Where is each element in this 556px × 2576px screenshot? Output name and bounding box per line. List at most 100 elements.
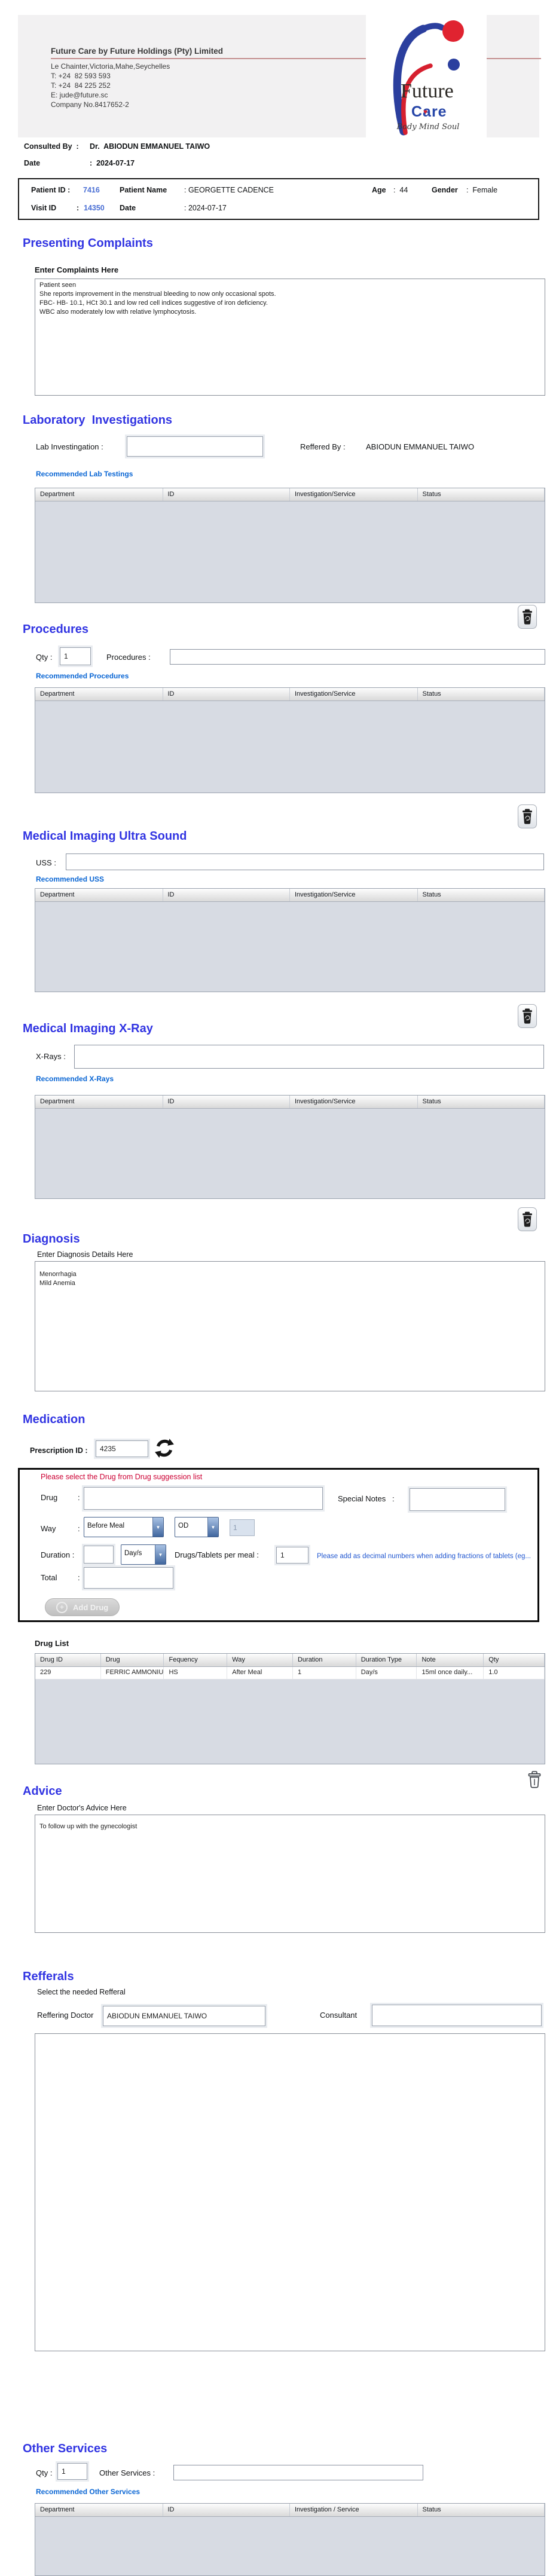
col-header-department[interactable]: Department xyxy=(35,688,163,700)
col-header-id[interactable]: ID xyxy=(163,488,290,501)
col-header-id[interactable]: ID xyxy=(163,889,290,901)
way-label: Way xyxy=(41,1524,56,1533)
way-frequency-select[interactable]: OD ▼ xyxy=(175,1517,219,1537)
reffering-doctor-label: Reffering Doctor xyxy=(37,2011,94,2020)
prescription-id-input[interactable] xyxy=(96,1440,148,1457)
lab-investigation-input[interactable] xyxy=(127,436,263,457)
consultant-input[interactable] xyxy=(372,2005,542,2026)
col-header-investigation[interactable]: Investigation / Service xyxy=(290,2504,418,2516)
drug-input[interactable] xyxy=(84,1487,323,1510)
duration-input[interactable] xyxy=(84,1546,114,1564)
section-heading-other-services: Other Services xyxy=(23,2442,108,2455)
uss-grid-header: Department ID Investigation/Service Stat… xyxy=(35,889,545,902)
company-email: E: jude@future.sc xyxy=(51,91,108,99)
uss-input[interactable] xyxy=(66,853,544,870)
refresh-prescription-button[interactable] xyxy=(154,1438,176,1460)
col-header-duration[interactable]: Duration xyxy=(293,1654,356,1666)
add-drug-label: Add Drug xyxy=(73,1602,109,1612)
advice-textarea[interactable]: To follow up with the gynecologist xyxy=(35,1815,545,1933)
delete-uss-button[interactable] xyxy=(518,1004,537,1028)
patient-name-value: : GEORGETTE CADENCE xyxy=(184,186,274,194)
drug-row-note: 15ml once daily... xyxy=(417,1667,484,1679)
trash-icon xyxy=(523,609,532,625)
procedures-input[interactable] xyxy=(170,649,545,665)
drug-label: Drug xyxy=(41,1493,58,1502)
col-header-way[interactable]: Way xyxy=(227,1654,293,1666)
drug-row-duration-type: Day/s xyxy=(356,1667,417,1679)
drug-list-grid[interactable]: Drug ID Drug Fequency Way Duration Durat… xyxy=(35,1653,545,1764)
lab-testings-grid[interactable]: Department ID Investigation/Service Stat… xyxy=(35,488,545,603)
referred-by-value: ABIODUN EMMANUEL TAIWO xyxy=(366,442,475,451)
add-drug-button[interactable]: + Add Drug xyxy=(45,1598,120,1616)
patient-gender-value: : Female xyxy=(466,186,498,194)
xray-input[interactable] xyxy=(74,1045,544,1069)
col-header-status[interactable]: Status xyxy=(418,1096,545,1108)
section-heading-complaints: Presenting Complaints xyxy=(23,237,153,250)
col-header-id[interactable]: ID xyxy=(163,1096,290,1108)
delete-advice-button[interactable] xyxy=(525,1768,544,1792)
delete-lab-button[interactable] xyxy=(518,605,537,629)
drug-row-frequency: HS xyxy=(164,1667,228,1679)
delete-procedures-button[interactable] xyxy=(518,804,537,828)
refferal-list-box[interactable] xyxy=(35,2033,545,2351)
col-header-investigation[interactable]: Investigation/Service xyxy=(290,488,418,501)
col-header-department[interactable]: Department xyxy=(35,889,163,901)
logo-heart-icon: ♥ xyxy=(423,108,427,116)
emr-consultation-page: Future Care by Future Holdings (Pty) Lim… xyxy=(0,0,556,2576)
drug-list-row[interactable]: 229 FERRIC AMMONIU HS After Meal 1 Day/s… xyxy=(35,1667,545,1679)
col-header-drug[interactable]: Drug xyxy=(101,1654,164,1666)
col-header-drug-id[interactable]: Drug ID xyxy=(35,1654,101,1666)
logo-word-care: Care xyxy=(411,103,447,120)
xray-grid-header: Department ID Investigation/Service Stat… xyxy=(35,1096,545,1109)
total-colon: : xyxy=(78,1573,80,1582)
col-header-department[interactable]: Department xyxy=(35,1096,163,1108)
delete-xray-button[interactable] xyxy=(518,1207,537,1231)
xray-grid[interactable]: Department ID Investigation/Service Stat… xyxy=(35,1095,545,1199)
col-header-id[interactable]: ID xyxy=(163,688,290,700)
drug-list-label: Drug List xyxy=(35,1639,69,1648)
lab-grid-header: Department ID Investigation/Service Stat… xyxy=(35,488,545,501)
company-phone2: T: +24 84 225 252 xyxy=(51,81,111,90)
col-header-department[interactable]: Department xyxy=(35,2504,163,2516)
consulted-by-value: Dr. ABIODUN EMMANUEL TAIWO xyxy=(90,142,210,151)
col-header-qty[interactable]: Qty xyxy=(484,1654,545,1666)
patient-id-value: 7416 xyxy=(83,186,100,194)
col-header-investigation[interactable]: Investigation/Service xyxy=(290,688,418,700)
trash-outline-icon xyxy=(528,1771,541,1788)
section-heading-procedures: Procedures xyxy=(23,623,89,636)
col-header-investigation[interactable]: Investigation/Service xyxy=(290,1096,418,1108)
col-header-status[interactable]: Status xyxy=(418,688,545,700)
procedures-qty-input[interactable] xyxy=(60,647,91,665)
other-services-grid[interactable]: Department ID Investigation / Service St… xyxy=(35,2503,545,2576)
reffering-doctor-input[interactable] xyxy=(103,2006,265,2026)
special-notes-input[interactable] xyxy=(410,1488,505,1511)
procedures-grid-header: Department ID Investigation/Service Stat… xyxy=(35,688,545,701)
way-meal-select[interactable]: Before Meal ▼ xyxy=(84,1517,164,1537)
other-qty-input[interactable] xyxy=(57,2463,87,2480)
way-qty-input[interactable] xyxy=(230,1519,255,1536)
col-header-duration-type[interactable]: Duration Type xyxy=(356,1654,417,1666)
col-header-status[interactable]: Status xyxy=(418,488,545,501)
other-services-input[interactable] xyxy=(173,2465,423,2480)
col-header-department[interactable]: Department xyxy=(35,488,163,501)
procedures-grid[interactable]: Department ID Investigation/Service Stat… xyxy=(35,687,545,793)
col-header-status[interactable]: Status xyxy=(418,889,545,901)
diagnosis-label: Enter Diagnosis Details Here xyxy=(37,1250,133,1259)
col-header-frequency[interactable]: Fequency xyxy=(164,1654,228,1666)
col-header-note[interactable]: Note xyxy=(417,1654,484,1666)
col-header-status[interactable]: Status xyxy=(418,2504,545,2516)
way-meal-value: Before Meal xyxy=(87,1522,125,1529)
uss-grid[interactable]: Department ID Investigation/Service Stat… xyxy=(35,888,545,992)
diagnosis-textarea[interactable]: Menorrhagia Mild Anemia xyxy=(35,1261,545,1391)
col-header-id[interactable]: ID xyxy=(163,2504,290,2516)
drug-row-way: After Meal xyxy=(227,1667,293,1679)
col-header-investigation[interactable]: Investigation/Service xyxy=(290,889,418,901)
duration-unit-select[interactable]: Day/s ▼ xyxy=(121,1544,166,1565)
total-input[interactable] xyxy=(84,1567,173,1589)
per-meal-input[interactable] xyxy=(276,1547,308,1564)
chevron-down-icon: ▼ xyxy=(152,1518,163,1537)
company-address: Le Chainter,Victoria,Mahe,Seychelles xyxy=(51,62,170,71)
recommended-uss-label: Recommended USS xyxy=(36,875,105,883)
visit-id-label: Visit ID xyxy=(31,204,57,212)
complaints-textarea[interactable]: Patient seen She reports improvement in … xyxy=(35,279,545,396)
